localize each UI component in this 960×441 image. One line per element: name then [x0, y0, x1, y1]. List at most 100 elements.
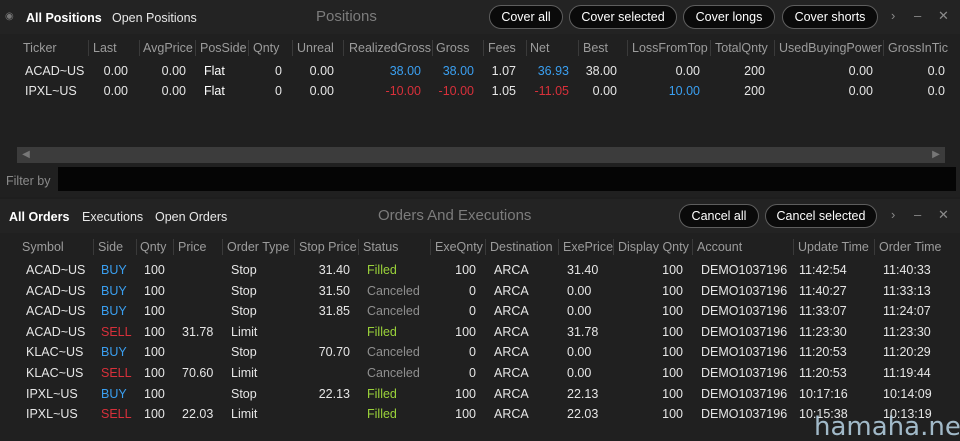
column-header-total-qnty[interactable]: TotalQnty — [715, 41, 768, 55]
column-divider[interactable] — [627, 40, 628, 56]
table-row[interactable]: KLAC~US SELL 100 70.60 Limit Canceled 0 ARCA 0.0… — [0, 363, 960, 383]
column-divider[interactable] — [613, 239, 614, 255]
tab-executions[interactable]: Executions — [82, 210, 143, 224]
table-row[interactable]: ACAD~US BUY 100 Stop 31.85 Canceled 0 ARCA 0.00 1… — [0, 301, 960, 321]
scroll-right-icon[interactable]: ▶ — [930, 149, 942, 161]
cell-ticker: IPXL~US — [25, 84, 77, 98]
column-header-price[interactable]: Price — [178, 240, 206, 254]
column-divider[interactable] — [692, 239, 693, 255]
minimize-icon[interactable]: – — [914, 8, 921, 24]
cover-selected-button[interactable]: Cover selected — [569, 5, 677, 29]
table-row[interactable]: ACAD~US SELL 100 31.78 Limit Filled 100 ARCA 31.… — [0, 322, 960, 342]
column-header-stop-price[interactable]: Stop Price — [299, 240, 357, 254]
cell-used-buying-power: 0.00 — [848, 64, 873, 78]
column-divider[interactable] — [874, 239, 875, 255]
column-header-status[interactable]: Status — [363, 240, 398, 254]
cover-all-button[interactable]: Cover all — [489, 5, 563, 29]
cell-stop-price: 22.13 — [318, 386, 350, 401]
column-header-realized-gross[interactable]: RealizedGross — [349, 41, 431, 55]
tab-all-positions[interactable]: All Positions — [26, 11, 102, 25]
table-row[interactable]: IPXL~US BUY 100 Stop 22.13 Filled 100 ARCA 22.13… — [0, 384, 960, 404]
column-divider[interactable] — [294, 239, 295, 255]
column-header-account[interactable]: Account — [697, 240, 742, 254]
column-header-order-type[interactable]: Order Type — [227, 240, 289, 254]
column-header-display-qnty[interactable]: Display Qnty — [618, 240, 689, 254]
column-divider[interactable] — [195, 40, 196, 56]
column-divider[interactable] — [292, 40, 293, 56]
filter-input[interactable] — [58, 167, 956, 191]
cell-exe-qnty: 0 — [469, 283, 476, 298]
column-header-loss-from-top[interactable]: LossFromTop — [632, 41, 708, 55]
column-divider[interactable] — [485, 239, 486, 255]
column-divider[interactable] — [710, 40, 711, 56]
column-header-qnty[interactable]: Qnty — [140, 240, 166, 254]
column-divider[interactable] — [88, 40, 89, 56]
column-header-exe-price[interactable]: ExePrice — [563, 240, 613, 254]
close-icon[interactable]: ✕ — [938, 8, 949, 24]
column-header-gross[interactable]: Gross — [436, 41, 469, 55]
panel-menu-icon[interactable]: ◉ — [5, 9, 14, 25]
column-divider[interactable] — [173, 239, 174, 255]
filter-label: Filter by — [6, 174, 51, 188]
column-divider[interactable] — [222, 239, 223, 255]
column-header-qnty[interactable]: Qnty — [253, 41, 279, 55]
table-row[interactable]: ACAD~US 0.00 0.00 Flat 0 0.00 38.00 38.00 1.07 36… — [0, 61, 960, 81]
column-divider[interactable] — [430, 239, 431, 255]
column-divider[interactable] — [526, 40, 527, 56]
column-divider[interactable] — [578, 40, 579, 56]
column-header-used-buying-power[interactable]: UsedBuyingPower — [779, 41, 882, 55]
column-divider[interactable] — [793, 239, 794, 255]
column-header-ticker[interactable]: Ticker — [23, 41, 57, 55]
column-divider[interactable] — [136, 239, 137, 255]
table-row[interactable]: ACAD~US BUY 100 Stop 31.40 Filled 100 ARCA 31.40… — [0, 260, 960, 280]
column-header-order-time[interactable]: Order Time — [879, 240, 942, 254]
cell-update-time: 10:17:16 — [799, 386, 848, 401]
table-row[interactable]: KLAC~US BUY 100 Stop 70.70 Canceled 0 ARCA 0.00 1… — [0, 342, 960, 362]
cell-order-time: 11:23:30 — [883, 324, 931, 339]
column-header-gross-in-tic[interactable]: GrossInTic — [888, 41, 948, 55]
column-header-update-time[interactable]: Update Time — [798, 240, 869, 254]
column-divider[interactable] — [774, 40, 775, 56]
column-header-pos-side[interactable]: PosSide — [200, 41, 247, 55]
column-divider[interactable] — [93, 239, 94, 255]
scroll-left-icon[interactable]: ◀ — [20, 149, 32, 161]
column-divider[interactable] — [432, 40, 433, 56]
cover-longs-button[interactable]: Cover longs — [683, 5, 775, 29]
cancel-all-button[interactable]: Cancel all — [679, 204, 759, 228]
column-header-best[interactable]: Best — [583, 41, 608, 55]
cell-exe-qnty: 100 — [455, 324, 476, 339]
cell-destination: ARCA — [494, 283, 529, 298]
column-divider[interactable] — [343, 40, 344, 56]
tab-open-positions[interactable]: Open Positions — [112, 11, 197, 25]
column-divider[interactable] — [558, 239, 559, 255]
column-header-destination[interactable]: Destination — [490, 240, 553, 254]
positions-horizontal-scrollbar[interactable]: ◀ ▶ — [17, 147, 945, 163]
table-row[interactable]: ACAD~US BUY 100 Stop 31.50 Canceled 0 ARCA 0.00 1… — [0, 281, 960, 301]
column-header-exe-qnty[interactable]: ExeQnty — [435, 240, 483, 254]
cancel-selected-button[interactable]: Cancel selected — [765, 204, 877, 228]
cover-shorts-button[interactable]: Cover shorts — [782, 5, 878, 29]
column-divider[interactable] — [483, 40, 484, 56]
column-header-net[interactable]: Net — [530, 41, 549, 55]
chevron-right-icon[interactable]: › — [891, 207, 895, 223]
cell-order-time: 11:40:33 — [883, 263, 931, 277]
tab-open-orders[interactable]: Open Orders — [155, 210, 227, 224]
minimize-icon[interactable]: – — [914, 207, 921, 223]
column-header-last[interactable]: Last — [93, 41, 117, 55]
column-header-symbol[interactable]: Symbol — [22, 240, 64, 254]
column-divider[interactable] — [883, 40, 884, 56]
column-divider[interactable] — [139, 40, 140, 56]
column-divider[interactable] — [248, 40, 249, 56]
cell-exe-price: 22.13 — [567, 386, 599, 401]
column-header-side[interactable]: Side — [98, 240, 123, 254]
chevron-right-icon[interactable]: › — [891, 8, 895, 24]
column-header-avg-price[interactable]: AvgPrice — [143, 41, 193, 55]
column-divider[interactable] — [358, 239, 359, 255]
table-row[interactable]: IPXL~US 0.00 0.00 Flat 0 0.00 -10.00 -10.00 1.05… — [0, 81, 960, 101]
column-header-unreal[interactable]: Unreal — [297, 41, 334, 55]
close-icon[interactable]: ✕ — [938, 207, 949, 223]
tab-all-orders[interactable]: All Orders — [9, 210, 69, 224]
cell-account: DEMO1037196 — [701, 345, 788, 360]
column-header-fees[interactable]: Fees — [488, 41, 516, 55]
cell-price: 70.60 — [182, 366, 214, 380]
